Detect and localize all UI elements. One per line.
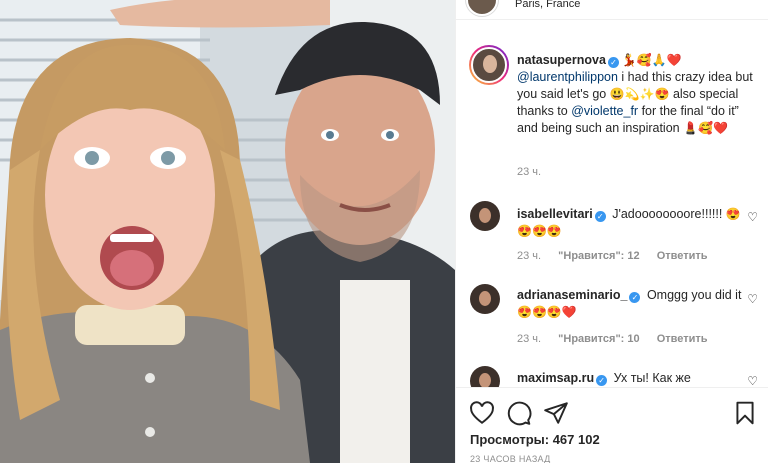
post-location[interactable]: Paris, France <box>515 0 580 10</box>
comment-item: adrianaseminario_ ✓ Omggg you did it 😍😍😍❤… <box>517 287 745 321</box>
comment-username[interactable]: maximsap.ru <box>517 371 594 385</box>
caption-time-row: 23 ч. <box>517 166 555 178</box>
caption-emojis-1: 💃🥰🙏❤️ <box>621 53 682 67</box>
post-actions-bar: Просмотры: 467 102 23 ЧАСОВ НАЗАД <box>456 387 768 463</box>
comment-like-heart-icon[interactable]: ♡ <box>747 374 758 388</box>
comment-meta-row: 23 ч. "Нравится": 12 Ответить <box>517 250 722 262</box>
comment-like-heart-icon[interactable]: ♡ <box>747 292 758 306</box>
post-header: Paris, France <box>456 0 768 20</box>
comment-item: maximsap.ru ✓ Ух ты! Как же <box>517 370 745 387</box>
verified-icon: ✓ <box>607 57 619 68</box>
comment-item: isabellevitari ✓ J'adoooooooore!!!!!! 😍😍😍… <box>517 206 745 240</box>
comment-avatar[interactable] <box>470 284 500 314</box>
post-caption: natasupernova ✓ 💃🥰🙏❤️ @laurentphilippon i … <box>517 52 753 137</box>
comment-time[interactable]: 23 ч. <box>517 333 541 345</box>
mention-laurentphilippon[interactable]: @laurentphilippon <box>517 70 618 84</box>
comment-likes[interactable]: "Нравится": 12 <box>558 250 639 262</box>
comment-avatar[interactable] <box>470 201 500 231</box>
post-side-panel: Paris, France natasupernova ✓ 💃🥰🙏❤️ @laure… <box>455 0 768 463</box>
mention-violette-fr[interactable]: @violette_fr <box>571 104 638 118</box>
save-bookmark-icon[interactable] <box>732 400 758 426</box>
verified-icon: ✓ <box>594 211 606 222</box>
comment-reply-button[interactable]: Ответить <box>657 333 708 345</box>
comment-like-heart-icon[interactable]: ♡ <box>747 210 758 224</box>
posted-time[interactable]: 23 ЧАСОВ НАЗАД <box>470 454 551 463</box>
comment-text: Omggg you did it <box>643 288 742 302</box>
selfie-image <box>0 0 455 463</box>
caption-emojis-2: 😃💫✨😍 <box>609 87 670 101</box>
like-heart-icon[interactable] <box>469 400 495 426</box>
comment-username[interactable]: isabellevitari <box>517 207 593 221</box>
author-username[interactable]: natasupernova <box>517 53 606 67</box>
comment-meta-row: 23 ч. "Нравится": 10 Ответить <box>517 333 722 345</box>
comment-time[interactable]: 23 ч. <box>517 250 541 262</box>
comment-emojis: 😍😍😍❤️ <box>517 305 577 319</box>
comment-text: J'adoooooooore!!!!!! <box>608 207 726 221</box>
comment-username[interactable]: adrianaseminario_ <box>517 288 627 302</box>
post-photo[interactable] <box>0 0 455 463</box>
author-avatar[interactable] <box>469 45 509 85</box>
caption-emojis-3: 💄🥰❤️ <box>683 121 728 135</box>
comment-reply-button[interactable]: Ответить <box>657 250 708 262</box>
author-avatar-header[interactable] <box>466 0 498 16</box>
verified-icon: ✓ <box>629 292 641 303</box>
share-paper-plane-icon[interactable] <box>543 400 569 426</box>
views-count[interactable]: Просмотры: 467 102 <box>470 432 600 447</box>
comment-bubble-icon[interactable] <box>506 400 532 426</box>
caption-time[interactable]: 23 ч. <box>517 166 541 178</box>
comment-text: Ух ты! Как же <box>610 371 691 385</box>
comment-likes[interactable]: "Нравится": 10 <box>558 333 639 345</box>
verified-icon: ✓ <box>596 375 608 386</box>
